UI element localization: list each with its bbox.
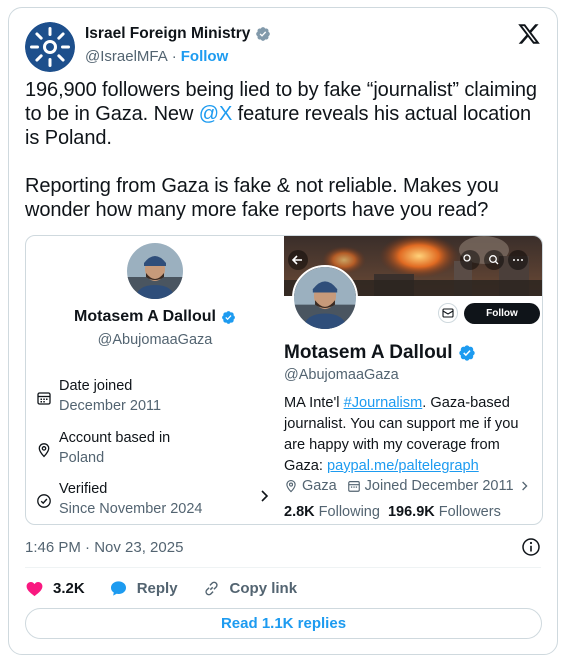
envelope-icon	[442, 308, 454, 318]
info-value: Since November 2024	[59, 501, 203, 517]
author-handle-row: @IsraelMFA · Follow	[85, 48, 228, 65]
location-icon	[38, 443, 50, 458]
bio-text-1: MA Inte'l	[284, 395, 344, 411]
tweet-text: 196,900 followers being lied to by fake …	[25, 78, 550, 222]
about-account-handle: @AbujomaaGaza	[97, 332, 213, 348]
profile-panel: Follow Motasem A Dalloul @AbujomaaGaza M…	[284, 236, 542, 524]
profile-stats: 2.8K Following 196.9K Followers	[284, 504, 501, 520]
profile-avatar	[127, 243, 183, 299]
verified-badge-icon	[222, 310, 235, 324]
profile-location: Gaza	[302, 478, 337, 494]
follow-link[interactable]: Follow	[181, 48, 229, 65]
info-value: Poland	[59, 450, 105, 466]
info-label: Verified	[59, 481, 108, 497]
author-handle[interactable]: @IsraelMFA	[85, 48, 168, 65]
copy-link-label: Copy link	[229, 579, 298, 597]
info-label: Date joined	[59, 378, 133, 394]
chevron-right-icon[interactable]	[260, 489, 270, 503]
x-logo-icon[interactable]	[517, 22, 541, 46]
reply-button[interactable]: Reply	[109, 579, 178, 598]
followers-label[interactable]: Followers	[439, 504, 501, 520]
like-count: 3.2K	[53, 579, 85, 597]
following-label[interactable]: Following	[319, 504, 380, 520]
followers-count[interactable]: 196.9K	[388, 504, 435, 520]
profile-follow-button[interactable]: Follow	[464, 303, 540, 324]
bio-paypal-link[interactable]: paypal.me/paltelegraph	[327, 458, 479, 474]
bio-hashtag-link[interactable]: #Journalism	[344, 395, 423, 411]
about-account-name: Motasem A Dalloul	[26, 308, 284, 326]
tweet-timestamp[interactable]: 1:46 PM · Nov 23, 2025	[25, 539, 183, 556]
profile-joined: Joined December 2011	[364, 478, 514, 494]
tweet-media-image[interactable]: Motasem A Dalloul @AbujomaaGaza Date joi…	[25, 235, 543, 525]
heart-icon	[26, 581, 43, 596]
author-avatar[interactable]	[25, 22, 75, 72]
tweet-actions: 3.2K Reply Copy link	[25, 577, 297, 599]
about-account-name-text: Motasem A Dalloul	[74, 308, 216, 325]
following-count[interactable]: 2.8K	[284, 504, 315, 520]
author-name[interactable]: Israel Foreign Ministry	[85, 25, 271, 43]
message-button[interactable]	[438, 303, 458, 323]
link-icon	[204, 581, 218, 595]
about-account-panel: Motasem A Dalloul @AbujomaaGaza Date joi…	[26, 236, 284, 524]
like-button[interactable]: 3.2K	[25, 579, 85, 598]
profile-name: Motasem A Dalloul	[284, 342, 476, 364]
verified-badge-icon	[256, 27, 271, 41]
reply-label: Reply	[136, 579, 178, 597]
mention-link[interactable]: @X	[199, 103, 233, 125]
info-value: December 2011	[59, 398, 162, 414]
profile-meta-row: Gaza Joined December 2011	[284, 478, 529, 494]
divider	[25, 567, 541, 568]
profile-handle: @AbujomaaGaza	[284, 367, 399, 383]
profile-avatar-large[interactable]	[292, 265, 358, 331]
profile-name-text: Motasem A Dalloul	[284, 342, 453, 363]
handle-separator: ·	[171, 48, 177, 65]
calendar-icon	[347, 481, 360, 492]
copy-link-button[interactable]: Copy link	[202, 579, 298, 598]
author-name-text[interactable]: Israel Foreign Ministry	[85, 25, 250, 43]
verified-check-icon	[37, 494, 51, 508]
chevron-right-icon	[521, 481, 528, 491]
read-replies-button[interactable]: Read 1.1K replies	[25, 608, 542, 639]
verified-badge-icon	[458, 345, 475, 361]
info-icon[interactable]	[521, 537, 541, 557]
profile-bio: MA Inte'l #Journalism. Gaza-based journa…	[284, 393, 542, 477]
location-icon	[286, 480, 296, 493]
info-label: Account based in	[59, 430, 171, 446]
tweet-card: Israel Foreign Ministry @IsraelMFA · Fol…	[8, 7, 558, 655]
reply-bubble-icon	[110, 580, 126, 596]
calendar-icon	[37, 392, 51, 405]
